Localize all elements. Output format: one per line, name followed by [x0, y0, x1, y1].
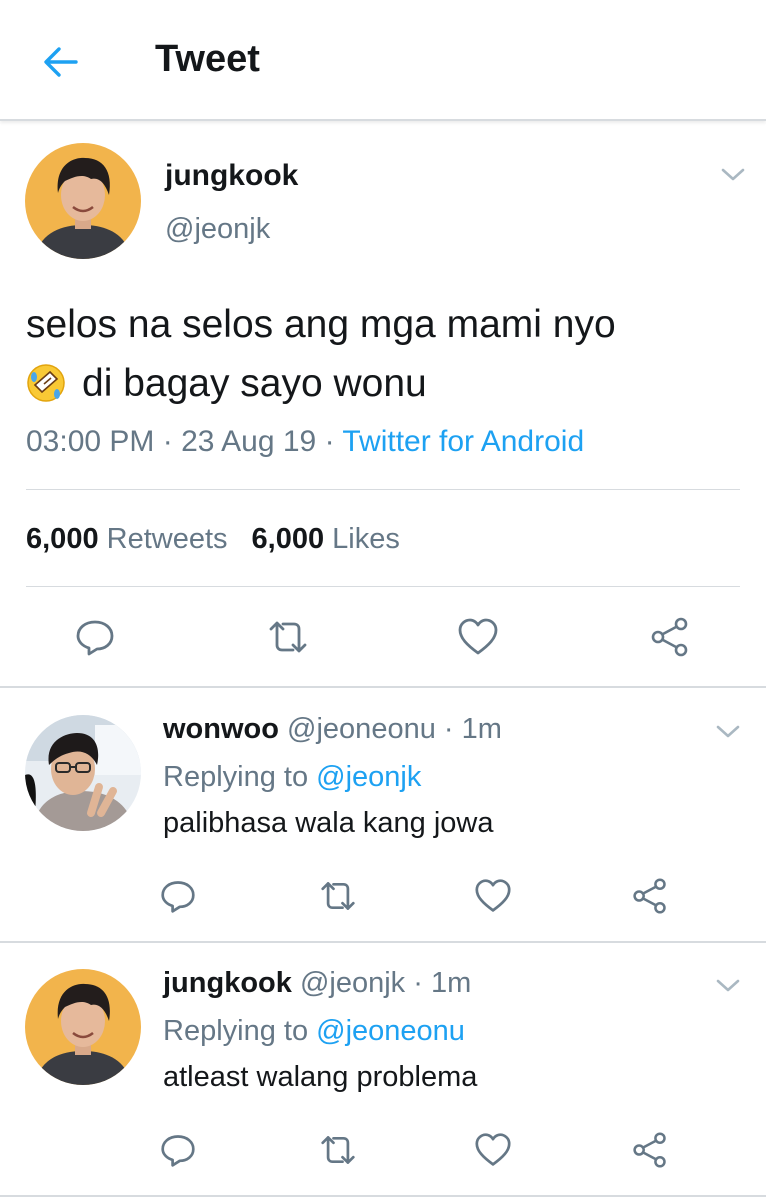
avatar[interactable]: [25, 969, 141, 1085]
like-icon: [458, 618, 498, 655]
tweet-date: 23 Aug 19: [181, 425, 317, 458]
tweet-time: 03:00 PM: [26, 425, 155, 458]
replying-to: Replying to @jeonjk: [163, 761, 421, 794]
user-handle[interactable]: @jeoneonu: [287, 713, 436, 745]
reply-button[interactable]: [158, 876, 198, 916]
reply-button[interactable]: [158, 1130, 198, 1170]
tweet-text-content: di bagay sayo wonu: [82, 362, 427, 405]
tweet-options-button[interactable]: [713, 717, 743, 747]
user-display-name[interactable]: jungkook: [165, 159, 298, 193]
like-icon: [475, 879, 511, 912]
divider: [26, 586, 740, 587]
retweets-stat[interactable]: 6,000 Retweets: [26, 523, 228, 555]
retweet-icon: [321, 1136, 355, 1164]
retweet-button[interactable]: [266, 615, 310, 659]
retweet-button[interactable]: [318, 876, 358, 916]
tweet-metadata: 03:00 PM · 23 Aug 19 · Twitter for Andro…: [26, 425, 584, 459]
chevron-down-icon: [716, 979, 740, 992]
reply-icon: [76, 620, 114, 656]
replying-prefix: Replying to: [163, 1015, 309, 1047]
share-button[interactable]: [630, 1130, 670, 1170]
retweet-icon: [321, 882, 355, 910]
retweet-button[interactable]: [318, 1130, 358, 1170]
retweets-label: Retweets: [106, 523, 228, 555]
meta-separator: ·: [316, 425, 343, 458]
avatar[interactable]: [25, 143, 141, 259]
back-button[interactable]: [36, 38, 84, 86]
chevron-down-icon: [721, 168, 745, 181]
reply-time: · 1m: [443, 713, 502, 745]
retweets-count: 6,000: [26, 523, 99, 555]
reply-icon: [161, 1135, 195, 1167]
rolling-on-the-floor-laughing-emoji: [26, 361, 66, 402]
user-handle[interactable]: @jeonjk: [300, 967, 405, 999]
share-icon: [651, 617, 688, 657]
reply-icon: [161, 881, 195, 913]
reply-tweet[interactable]: jungkook @jeonjk · 1m Replying to @jeone…: [0, 943, 766, 1197]
arrow-left-icon: [44, 47, 78, 77]
user-display-name[interactable]: jungkook: [163, 967, 292, 999]
main-tweet: jungkook @jeonjk selos na selos ang mga …: [0, 123, 766, 688]
retweet-icon: [269, 621, 307, 653]
engagement-stats: 6,000 Retweets 6,000 Likes: [26, 523, 400, 556]
page-title: Tweet: [155, 38, 260, 80]
tweet-source-link[interactable]: Twitter for Android: [342, 425, 584, 458]
replying-to: Replying to @jeoneonu: [163, 1015, 465, 1048]
like-icon: [475, 1133, 511, 1166]
reply-text: atleast walang problema: [163, 1061, 478, 1093]
top-app-bar: Tweet: [0, 0, 766, 121]
tweet-text-line: selos na selos ang mga mami nyo: [26, 303, 616, 346]
share-icon: [633, 878, 666, 914]
likes-stat[interactable]: 6,000 Likes: [252, 523, 400, 555]
reply-header: jungkook @jeonjk · 1m: [163, 967, 471, 1000]
likes-count: 6,000: [251, 523, 325, 555]
divider: [26, 489, 740, 490]
tweet-text: selos na selos ang mga mami nyo di bagay…: [26, 295, 746, 413]
share-button[interactable]: [630, 876, 670, 916]
chevron-down-icon: [716, 725, 740, 738]
like-button[interactable]: [473, 1130, 513, 1170]
meta-separator: ·: [154, 425, 182, 458]
tweet-options-button[interactable]: [713, 971, 743, 1001]
reply-text: palibhasa wala kang jowa: [163, 807, 494, 839]
tweet-text-line: di bagay sayo wonu: [26, 354, 746, 413]
like-button[interactable]: [456, 615, 500, 659]
reply-header: wonwoo @jeoneonu · 1m: [163, 713, 502, 746]
share-button[interactable]: [648, 615, 692, 659]
reply-button[interactable]: [73, 615, 117, 659]
replying-prefix: Replying to: [163, 761, 309, 793]
reply-tweet[interactable]: wonwoo @jeoneonu · 1m Replying to @jeonj…: [0, 689, 766, 943]
likes-label: Likes: [332, 523, 400, 555]
like-button[interactable]: [473, 876, 513, 916]
share-icon: [633, 1132, 666, 1168]
user-handle[interactable]: @jeonjk: [165, 213, 270, 246]
avatar[interactable]: [25, 715, 141, 831]
replying-to-link[interactable]: @jeonjk: [316, 761, 421, 793]
user-display-name[interactable]: wonwoo: [163, 713, 279, 745]
replying-to-link[interactable]: @jeoneonu: [316, 1015, 465, 1047]
reply-time: · 1m: [413, 967, 472, 999]
tweet-options-button[interactable]: [718, 160, 748, 190]
